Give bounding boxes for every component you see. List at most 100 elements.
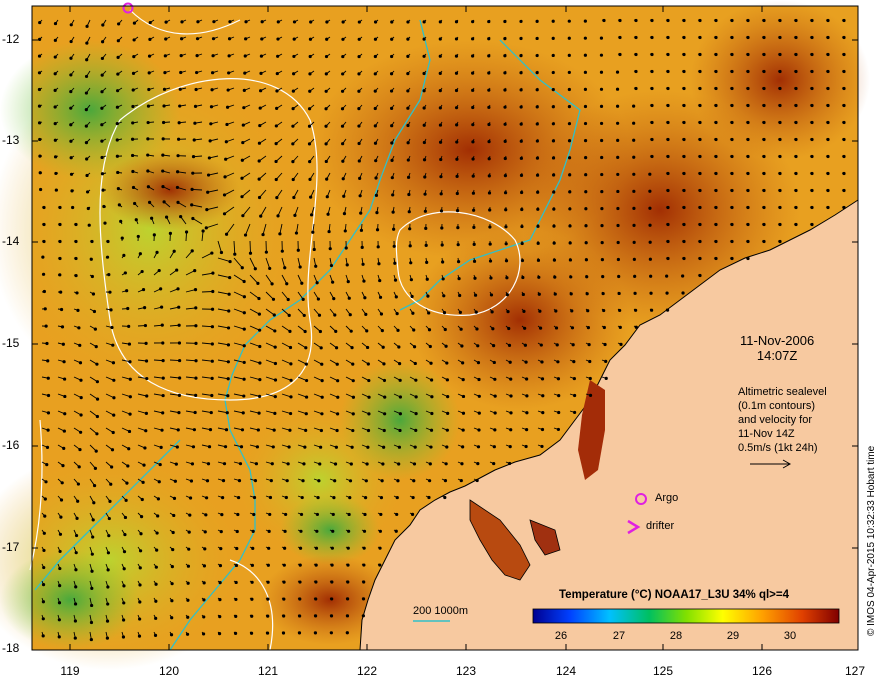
velocity-arrow-head xyxy=(224,232,229,236)
velocity-arrow-head xyxy=(461,411,466,415)
velocity-arrow-head xyxy=(380,329,384,333)
velocity-arrow-head xyxy=(105,255,110,259)
velocity-arrow-head xyxy=(778,86,782,91)
velocity-arrow-head xyxy=(810,137,814,142)
velocity-arrow-head xyxy=(195,37,200,41)
velocity-arrow-head xyxy=(143,323,148,328)
velocity-arrow-head xyxy=(601,291,605,296)
velocity-arrow-head xyxy=(599,36,604,40)
velocity-arrow-head xyxy=(471,20,475,24)
velocity-arrow-head xyxy=(698,103,702,108)
velocity-arrow-head xyxy=(38,20,42,25)
velocity-arrow-head xyxy=(210,393,214,398)
velocity-arrow-head xyxy=(826,171,830,176)
velocity-arrow-head xyxy=(161,169,165,173)
velocity-arrow-head xyxy=(312,247,316,252)
velocity-arrow-head xyxy=(258,328,262,332)
velocity-arrow-head xyxy=(144,429,148,433)
velocity-arrow-head xyxy=(535,88,539,92)
velocity-arrow-head xyxy=(347,296,351,300)
velocity-arrow-head xyxy=(572,360,576,364)
velocity-arrow-head xyxy=(283,529,287,533)
velocity-arrow-head xyxy=(46,359,50,363)
velocity-arrow-head xyxy=(316,297,320,301)
velocity-arrow-head xyxy=(493,377,497,381)
velocity-arrow-head xyxy=(90,274,94,279)
velocity-arrow-head xyxy=(69,139,73,143)
velocity-arrow-head xyxy=(204,496,209,500)
velocity-arrow-head xyxy=(521,275,525,280)
velocity-arrow-head xyxy=(254,462,259,466)
velocity-arrow-head xyxy=(762,120,766,125)
velocity-arrow-head xyxy=(308,160,312,164)
velocity-arrow-head xyxy=(698,18,702,23)
velocity-arrow-head xyxy=(489,276,493,280)
velocity-arrow-head xyxy=(632,240,636,244)
velocity-arrow-head xyxy=(60,325,65,329)
velocity-arrow-head xyxy=(567,139,572,143)
velocity-arrow-head xyxy=(291,177,295,182)
velocity-arrow-head xyxy=(409,278,413,282)
velocity-arrow-head xyxy=(794,137,798,142)
velocity-arrow-head xyxy=(422,123,426,127)
velocity-arrow-head xyxy=(313,631,318,635)
velocity-arrow-head xyxy=(345,631,349,635)
velocity-arrow-head xyxy=(146,137,150,141)
velocity-arrow-head xyxy=(273,378,278,382)
velocity-arrow-head xyxy=(160,428,164,432)
velocity-arrow-head xyxy=(648,189,652,193)
note-line: Altimetric sealevel xyxy=(738,386,827,398)
velocity-arrow-head xyxy=(91,535,95,539)
velocity-arrow-head xyxy=(762,205,766,210)
velocity-arrow-head xyxy=(60,481,64,485)
velocity-arrow-head xyxy=(794,120,798,125)
velocity-arrow-head xyxy=(242,377,246,381)
velocity-arrow-head xyxy=(242,279,246,284)
velocity-arrow-head xyxy=(361,614,365,618)
velocity-arrow-head xyxy=(294,231,299,235)
velocity-arrow-head xyxy=(37,104,42,108)
velocity-arrow-head xyxy=(407,192,411,197)
velocity-arrow-head xyxy=(53,138,57,142)
velocity-arrow-head xyxy=(584,241,588,245)
velocity-arrow-head xyxy=(567,19,571,23)
velocity-arrow-head xyxy=(615,87,620,91)
velocity-arrow-head xyxy=(325,195,329,199)
velocity-arrow-head xyxy=(122,550,127,554)
velocity-arrow-head xyxy=(730,69,734,74)
velocity-arrow-head xyxy=(632,121,636,125)
velocity-arrow-head xyxy=(251,546,255,550)
velocity-arrow-head xyxy=(234,614,238,619)
velocity-arrow-head xyxy=(349,462,353,466)
velocity-arrow-head xyxy=(71,205,75,210)
velocity-arrow-head xyxy=(616,121,620,125)
velocity-arrow-head xyxy=(121,635,126,639)
velocity-arrow-head xyxy=(413,361,417,366)
velocity-arrow-head xyxy=(161,137,165,141)
velocity-arrow-head xyxy=(477,377,481,382)
velocity-arrow-head xyxy=(94,449,98,453)
velocity-arrow-head xyxy=(194,324,198,328)
velocity-arrow-head xyxy=(551,156,556,160)
velocity-arrow-head xyxy=(600,189,604,194)
velocity-arrow-head xyxy=(762,18,766,23)
velocity-arrow-head xyxy=(291,142,295,146)
velocity-arrow-head xyxy=(525,394,529,398)
velocity-arrow-head xyxy=(439,175,443,179)
velocity-arrow-head xyxy=(389,89,394,93)
velocity-arrow-head xyxy=(407,210,411,214)
velocity-arrow-head xyxy=(257,411,261,415)
velocity-arrow-head xyxy=(583,36,587,40)
velocity-arrow-head xyxy=(202,581,206,585)
velocity-arrow-head xyxy=(600,207,604,211)
velocity-arrow-head xyxy=(520,258,525,263)
velocity-arrow-head xyxy=(571,343,575,347)
velocity-arrow-head xyxy=(714,103,718,108)
velocity-arrow-head xyxy=(364,312,368,316)
velocity-arrow-head xyxy=(373,106,377,111)
velocity-arrow-head xyxy=(268,512,272,517)
velocity-arrow-head xyxy=(487,157,491,161)
velocity-arrow-head xyxy=(617,274,621,279)
velocity-arrow-head xyxy=(228,20,232,24)
velocity-arrow-head xyxy=(38,154,42,158)
